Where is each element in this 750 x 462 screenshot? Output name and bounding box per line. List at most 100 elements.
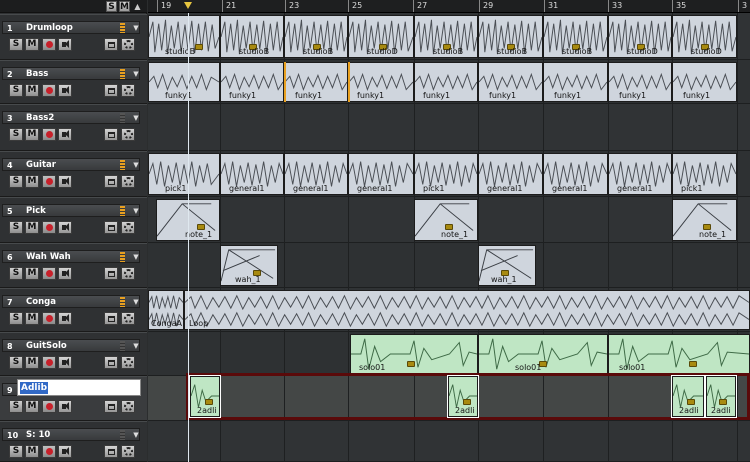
audio-clip[interactable]: Loop bbox=[184, 290, 750, 330]
solo-button[interactable]: S bbox=[9, 356, 23, 369]
fx-button[interactable] bbox=[121, 175, 135, 188]
track-name-bar[interactable]: 3 Bass2 ▼ bbox=[2, 111, 140, 124]
monitor-button[interactable] bbox=[58, 312, 72, 325]
record-arm-button[interactable] bbox=[42, 400, 56, 413]
lane-10[interactable] bbox=[148, 421, 750, 462]
freeze-button[interactable] bbox=[104, 312, 118, 325]
mute-button[interactable]: M bbox=[25, 38, 39, 51]
chevron-down-icon[interactable]: ▼ bbox=[131, 251, 141, 264]
track-name-bar[interactable]: 7 Conga ▼ bbox=[2, 295, 140, 308]
record-arm-button[interactable] bbox=[42, 445, 56, 458]
solo-button[interactable]: S bbox=[9, 221, 23, 234]
loop-marker[interactable] bbox=[348, 62, 350, 102]
record-arm-button[interactable] bbox=[42, 38, 56, 51]
track-name[interactable]: Bass2 bbox=[26, 112, 54, 125]
track-name-selected-text[interactable]: Adlib bbox=[20, 382, 49, 394]
audio-clip[interactable]: general1 bbox=[478, 153, 543, 195]
freeze-button[interactable] bbox=[104, 38, 118, 51]
monitor-button[interactable] bbox=[58, 38, 72, 51]
chevron-down-icon[interactable]: ▼ bbox=[131, 340, 141, 353]
track-name[interactable]: Conga bbox=[26, 296, 56, 309]
audio-clip[interactable]: funky1 bbox=[414, 62, 478, 102]
track-name-bar[interactable]: 2 Bass ▼ bbox=[2, 67, 140, 80]
solo-clip[interactable]: solo01 bbox=[350, 334, 478, 374]
timeline-ruler[interactable]: 19 21 23 25 27 29 31 33 35 3 bbox=[148, 0, 750, 13]
audio-clip[interactable]: pick1 bbox=[148, 153, 220, 195]
fx-button[interactable] bbox=[121, 356, 135, 369]
track-name[interactable]: Guitar bbox=[26, 159, 56, 172]
playhead-line[interactable] bbox=[188, 13, 189, 462]
adlib-clip[interactable]: 2adli bbox=[447, 375, 479, 418]
loop-marker[interactable] bbox=[284, 62, 286, 102]
record-arm-button[interactable] bbox=[42, 356, 56, 369]
note-clip[interactable]: note_1 bbox=[414, 199, 478, 241]
audio-clip[interactable]: pick1 bbox=[414, 153, 478, 195]
track-name[interactable]: Drumloop bbox=[26, 22, 73, 35]
mute-button[interactable]: M bbox=[25, 312, 39, 325]
monitor-button[interactable] bbox=[58, 267, 72, 280]
record-arm-button[interactable] bbox=[42, 267, 56, 280]
global-solo-button[interactable]: S bbox=[106, 1, 117, 12]
monitor-button[interactable] bbox=[58, 445, 72, 458]
note-clip[interactable]: wah_1 bbox=[220, 245, 278, 286]
track-name-bar[interactable]: 4 Guitar ▼ bbox=[2, 158, 140, 171]
fx-button[interactable] bbox=[121, 267, 135, 280]
fx-button[interactable] bbox=[121, 128, 135, 141]
freeze-button[interactable] bbox=[104, 400, 118, 413]
track-name[interactable]: Bass bbox=[26, 68, 48, 81]
adlib-clip[interactable]: 2adli bbox=[189, 375, 221, 418]
mute-button[interactable]: M bbox=[25, 267, 39, 280]
solo-button[interactable]: S bbox=[9, 267, 23, 280]
audio-clip[interactable]: general1 bbox=[608, 153, 672, 195]
record-arm-button[interactable] bbox=[42, 312, 56, 325]
track-header-3[interactable]: 3 Bass2 ▼ S M bbox=[0, 104, 147, 151]
solo-button[interactable]: S bbox=[9, 312, 23, 325]
solo-button[interactable]: S bbox=[9, 445, 23, 458]
fx-button[interactable] bbox=[121, 38, 135, 51]
chevron-down-icon[interactable]: ▼ bbox=[131, 429, 141, 442]
track-header-8[interactable]: 8 GuitSolo ▼ S M bbox=[0, 332, 147, 376]
audio-clip[interactable]: general1 bbox=[543, 153, 608, 195]
mute-button[interactable]: M bbox=[25, 445, 39, 458]
adlib-clip[interactable]: 2adli bbox=[671, 375, 705, 418]
track-column-menu-arrow[interactable]: ▲ bbox=[133, 1, 142, 12]
solo-button[interactable]: S bbox=[9, 128, 23, 141]
fx-button[interactable] bbox=[121, 400, 135, 413]
solo-button[interactable]: S bbox=[9, 175, 23, 188]
monitor-button[interactable] bbox=[58, 400, 72, 413]
track-rename-input[interactable]: Adlib bbox=[17, 379, 141, 396]
track-header-9[interactable]: 9 Adlib S M bbox=[0, 376, 147, 421]
track-header-5[interactable]: 5 Pick ▼ S M bbox=[0, 197, 147, 243]
monitor-button[interactable] bbox=[58, 221, 72, 234]
audio-clip[interactable]: funky1 bbox=[284, 62, 348, 102]
solo-button[interactable]: S bbox=[9, 38, 23, 51]
chevron-down-icon[interactable]: ▼ bbox=[131, 205, 141, 218]
mute-button[interactable]: M bbox=[25, 175, 39, 188]
audio-clip[interactable]: studioB bbox=[478, 15, 543, 58]
monitor-button[interactable] bbox=[58, 175, 72, 188]
track-name-bar[interactable]: 6 Wah Wah ▼ bbox=[2, 250, 140, 263]
audio-clip[interactable]: studioB bbox=[148, 15, 220, 58]
track-name-bar[interactable]: 8 GuitSolo ▼ bbox=[2, 339, 140, 352]
solo-clip[interactable]: solo01 bbox=[608, 334, 750, 374]
note-clip[interactable]: wah_1 bbox=[478, 245, 536, 286]
audio-clip[interactable]: studioD bbox=[608, 15, 672, 58]
lane-bass2[interactable] bbox=[148, 104, 750, 151]
mute-button[interactable]: M bbox=[25, 128, 39, 141]
track-name[interactable]: Wah Wah bbox=[26, 251, 71, 264]
freeze-button[interactable] bbox=[104, 267, 118, 280]
record-arm-button[interactable] bbox=[42, 221, 56, 234]
audio-clip[interactable]: studioB bbox=[220, 15, 284, 58]
freeze-button[interactable] bbox=[104, 84, 118, 97]
solo-clip[interactable]: solo01 bbox=[478, 334, 608, 374]
audio-clip[interactable]: studioD bbox=[672, 15, 737, 58]
freeze-button[interactable] bbox=[104, 175, 118, 188]
clip-area[interactable]: studioB studioB studioB studioD studioB … bbox=[148, 13, 750, 462]
global-mute-button[interactable]: M bbox=[119, 1, 130, 12]
monitor-button[interactable] bbox=[58, 84, 72, 97]
note-clip[interactable]: note_1 bbox=[672, 199, 737, 241]
mute-button[interactable]: M bbox=[25, 400, 39, 413]
solo-button[interactable]: S bbox=[9, 400, 23, 413]
record-arm-button[interactable] bbox=[42, 128, 56, 141]
audio-clip[interactable]: funky1 bbox=[672, 62, 737, 102]
